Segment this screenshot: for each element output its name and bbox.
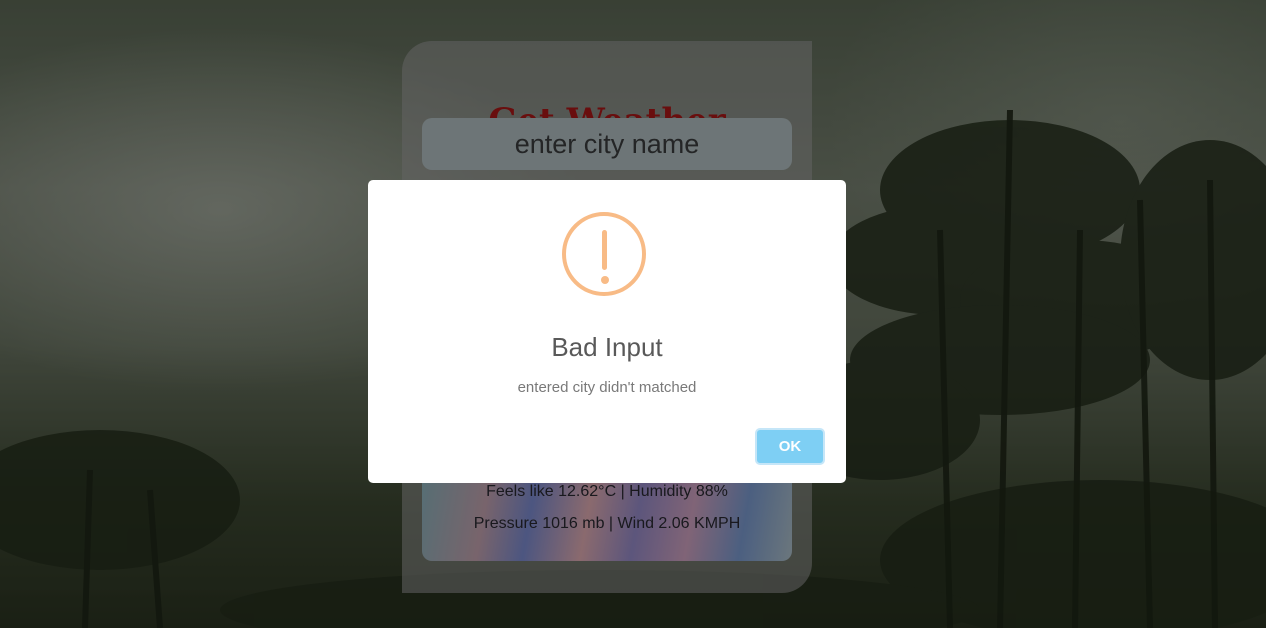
warning-icon	[562, 212, 646, 296]
alert-dialog: Bad Input entered city didn't matched OK	[368, 180, 846, 483]
alert-message: entered city didn't matched	[517, 379, 697, 396]
warning-icon-dot	[600, 276, 609, 284]
alert-title: Bad Input	[551, 332, 663, 362]
ok-button[interactable]: OK	[755, 428, 825, 465]
warning-icon-bar	[602, 230, 607, 270]
